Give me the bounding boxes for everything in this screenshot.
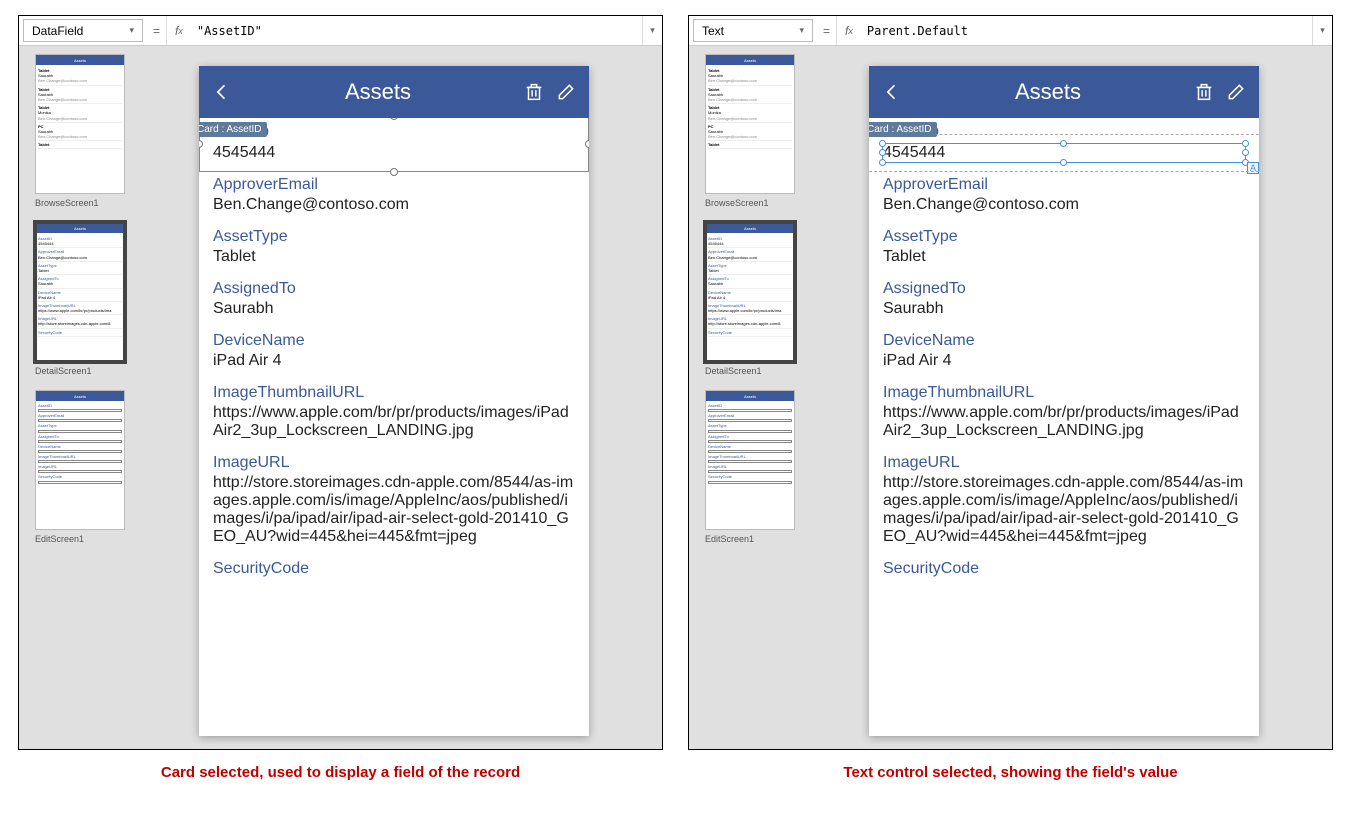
back-icon[interactable]	[881, 81, 903, 103]
thumb-label: BrowseScreen1	[705, 198, 801, 208]
card-SecurityCode[interactable]: SecurityCode	[883, 554, 1245, 588]
card-ApproverEmail[interactable]: ApproverEmail Ben.Change@contoso.com	[213, 170, 575, 222]
card-AssignedTo[interactable]: AssignedTo Saurabh	[213, 274, 575, 326]
thumb-edit[interactable]: Assets AssetIDApproverEmailAssetTypeAssi…	[705, 390, 795, 530]
phone-body: AssetID 4545444 ApproverEmail Ben.Change…	[199, 118, 589, 736]
field-value[interactable]: Saurabh	[883, 300, 1245, 318]
card-ImageThumbnailURL[interactable]: ImageThumbnailURL https://www.apple.com/…	[213, 378, 575, 448]
property-selector[interactable]: Text ▾	[693, 19, 813, 42]
card-ImageThumbnailURL[interactable]: ImageThumbnailURL https://www.apple.com/…	[883, 378, 1245, 448]
selection-tag: Card : AssetID	[869, 122, 937, 137]
edit-icon[interactable]	[555, 81, 577, 103]
field-value[interactable]: https://www.apple.com/br/pr/products/ima…	[883, 404, 1245, 440]
property-selector[interactable]: DataField ▾	[23, 19, 143, 42]
thumb-edit[interactable]: Assets AssetIDApproverEmailAssetTypeAssi…	[35, 390, 125, 530]
thumb-label: DetailScreen1	[35, 366, 131, 376]
formula-input[interactable]: "AssetID"	[191, 16, 642, 45]
thumb-label: EditScreen1	[35, 534, 131, 544]
phone-preview[interactable]: Assets Card : AssetID AssetID 4545444	[869, 66, 1259, 736]
card-AssetType[interactable]: AssetType Tablet	[213, 222, 575, 274]
card-AssetType[interactable]: AssetType Tablet	[883, 222, 1245, 274]
trash-icon[interactable]	[523, 81, 545, 103]
card-ImageURL[interactable]: ImageURL http://store.storeimages.cdn-ap…	[883, 448, 1245, 554]
canvas[interactable]: Assets Card : AssetID AssetID 4545444	[807, 46, 1332, 749]
card-DeviceName[interactable]: DeviceName iPad Air 4	[883, 326, 1245, 378]
field-label: DeviceName	[883, 332, 1245, 350]
field-value[interactable]: http://store.storeimages.cdn-apple.com/8…	[213, 474, 575, 546]
thumb-detail[interactable]: Assets AssetID4545444ApproverEmailBen.Ch…	[705, 222, 795, 362]
phone-body: AssetID 4545444 A Approve	[869, 118, 1259, 736]
formula-dropdown[interactable]: ▾	[1312, 16, 1332, 45]
thumb-browse[interactable]: Assets TabletSaurabhBen.Change@contoso.c…	[705, 54, 795, 194]
screen-thumbnails: Assets TabletSaurabhBen.Change@contoso.c…	[689, 46, 807, 749]
field-value[interactable]: Saurabh	[213, 300, 575, 318]
back-icon[interactable]	[211, 81, 233, 103]
field-label: AssignedTo	[883, 280, 1245, 298]
selection-tag: Card : AssetID	[199, 122, 267, 137]
field-label: ImageURL	[883, 454, 1245, 472]
fx-label: fx	[166, 16, 191, 45]
card-ApproverEmail[interactable]: ApproverEmail Ben.Change@contoso.com	[883, 170, 1245, 222]
equals-label: =	[147, 16, 166, 45]
field-label: AssetID	[213, 124, 575, 142]
property-name: DataField	[32, 24, 83, 38]
field-value[interactable]: 4545444 A	[883, 144, 1245, 162]
field-label: SecurityCode	[213, 560, 575, 578]
card-AssetID[interactable]: AssetID 4545444	[213, 118, 575, 170]
thumb-label: EditScreen1	[705, 534, 801, 544]
formula-input[interactable]: Parent.Default	[861, 16, 1312, 45]
card-AssignedTo[interactable]: AssignedTo Saurabh	[883, 274, 1245, 326]
thumb-browse[interactable]: Assets TabletSaurabhBen.Change@contoso.c…	[35, 54, 125, 194]
field-label: ImageURL	[213, 454, 575, 472]
equals-label: =	[817, 16, 836, 45]
field-label: ApproverEmail	[883, 176, 1245, 194]
editor-panel: Text ▾ = fx Parent.Default ▾ Assets Tabl…	[688, 15, 1333, 750]
field-label: AssetType	[213, 228, 575, 246]
edit-icon[interactable]	[1225, 81, 1247, 103]
field-label: ApproverEmail	[213, 176, 575, 194]
trash-icon[interactable]	[1193, 81, 1215, 103]
card-AssetID[interactable]: AssetID 4545444 A	[883, 118, 1245, 170]
chevron-down-icon: ▾	[799, 25, 804, 36]
card-DeviceName[interactable]: DeviceName iPad Air 4	[213, 326, 575, 378]
field-label: DeviceName	[213, 332, 575, 350]
thumb-label: BrowseScreen1	[35, 198, 131, 208]
field-value[interactable]: Ben.Change@contoso.com	[213, 196, 575, 214]
thumb-label: DetailScreen1	[705, 366, 801, 376]
formula-bar: DataField ▾ = fx "AssetID" ▾	[19, 16, 662, 46]
field-value[interactable]: iPad Air 4	[883, 352, 1245, 370]
panel-caption: Card selected, used to display a field o…	[18, 764, 663, 781]
field-value[interactable]: Tablet	[883, 248, 1245, 266]
phone-title: Assets	[243, 79, 513, 105]
phone-preview[interactable]: Assets Card : AssetID AssetID 4545444 Ap…	[199, 66, 589, 736]
field-value[interactable]: 4545444	[213, 144, 575, 162]
phone-title: Assets	[913, 79, 1183, 105]
field-label: SecurityCode	[883, 560, 1245, 578]
formula-dropdown[interactable]: ▾	[642, 16, 662, 45]
card-ImageURL[interactable]: ImageURL http://store.storeimages.cdn-ap…	[213, 448, 575, 554]
field-value[interactable]: Ben.Change@contoso.com	[883, 196, 1245, 214]
field-value[interactable]: Tablet	[213, 248, 575, 266]
canvas[interactable]: Assets Card : AssetID AssetID 4545444 Ap…	[137, 46, 662, 749]
phone-header: Assets	[869, 66, 1259, 118]
editor-panel: DataField ▾ = fx "AssetID" ▾ Assets Tabl…	[18, 15, 663, 750]
thumb-detail[interactable]: Assets AssetID4545444ApproverEmailBen.Ch…	[35, 222, 125, 362]
screen-thumbnails: Assets TabletSaurabhBen.Change@contoso.c…	[19, 46, 137, 749]
panel-caption: Text control selected, showing the field…	[688, 764, 1333, 781]
field-label: ImageThumbnailURL	[883, 384, 1245, 402]
field-value[interactable]: iPad Air 4	[213, 352, 575, 370]
field-label: ImageThumbnailURL	[213, 384, 575, 402]
property-name: Text	[702, 24, 724, 38]
field-value[interactable]: http://store.storeimages.cdn-apple.com/8…	[883, 474, 1245, 546]
field-value[interactable]: https://www.apple.com/br/pr/products/ima…	[213, 404, 575, 440]
phone-header: Assets	[199, 66, 589, 118]
field-label: AssignedTo	[213, 280, 575, 298]
fx-label: fx	[836, 16, 861, 45]
formula-bar: Text ▾ = fx Parent.Default ▾	[689, 16, 1332, 46]
chevron-down-icon: ▾	[129, 25, 134, 36]
field-label: AssetType	[883, 228, 1245, 246]
card-SecurityCode[interactable]: SecurityCode	[213, 554, 575, 588]
